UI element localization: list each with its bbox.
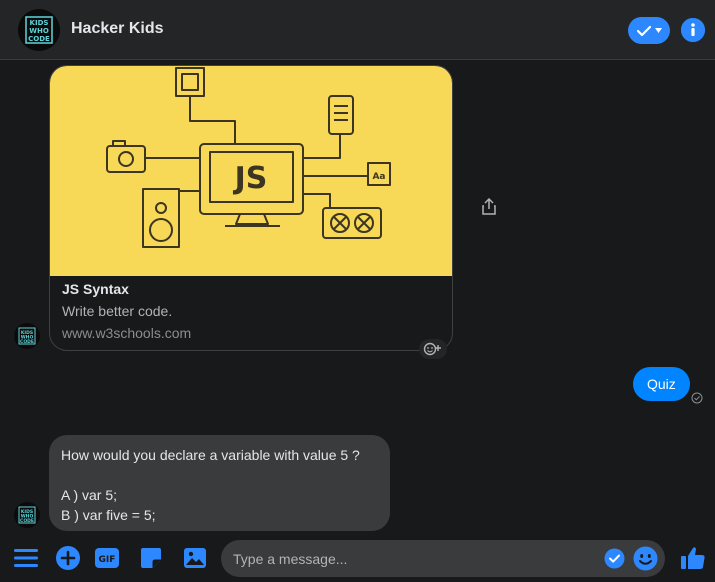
like-button[interactable] <box>679 544 707 572</box>
thumbs-up-icon <box>681 547 705 569</box>
message-input[interactable] <box>233 540 603 577</box>
message-line <box>61 465 378 485</box>
info-button[interactable] <box>681 18 705 42</box>
emoji-icon[interactable] <box>633 546 658 571</box>
menu-button[interactable] <box>12 544 40 572</box>
sticker-icon <box>141 548 161 568</box>
link-preview-card[interactable]: JS Aa JS Syntax Write better code. www.w… <box>49 65 453 351</box>
svg-text:CODE: CODE <box>20 518 34 524</box>
more-actions-button[interactable] <box>54 544 82 572</box>
chevron-down-icon <box>654 28 662 33</box>
link-preview-image[interactable]: JS Aa <box>50 66 452 276</box>
link-subtitle: Write better code. <box>62 303 173 319</box>
info-icon <box>681 18 705 42</box>
contact-avatar[interactable]: KIDS WHO CODE <box>18 9 60 51</box>
message-line: A ) var 5; <box>61 487 118 503</box>
incoming-message[interactable]: How would you declare a variable with va… <box>49 435 390 531</box>
plus-circle-icon <box>56 546 80 570</box>
menu-icon <box>14 549 38 567</box>
emoji-plus-icon <box>423 342 441 356</box>
chat-header: KIDS WHO CODE Hacker Kids <box>0 0 715 60</box>
gif-button[interactable]: GIF <box>93 544 121 572</box>
message-input-wrapper <box>221 540 665 577</box>
link-title: JS Syntax <box>62 281 129 297</box>
svg-text:WHO: WHO <box>29 27 49 35</box>
add-reaction-button[interactable] <box>419 339 447 359</box>
photo-button[interactable] <box>181 544 209 572</box>
link-url: www.w3schools.com <box>62 325 192 341</box>
sender-avatar[interactable]: KIDS WHO CODE <box>14 323 40 349</box>
message-line: B ) var five = 5; <box>61 507 156 523</box>
gif-icon: GIF <box>95 548 119 568</box>
message-line: How would you declare a variable with va… <box>61 447 360 463</box>
composer-bar: GIF <box>0 535 715 582</box>
preview-js-text: JS <box>233 161 268 196</box>
check-icon <box>636 25 651 36</box>
sender-avatar[interactable]: KIDS WHO CODE <box>14 502 40 528</box>
message-list[interactable]: JS Aa JS Syntax Write better code. www.w… <box>0 61 715 535</box>
preview-font-icon-label: Aa <box>372 172 385 182</box>
svg-text:KIDS: KIDS <box>30 19 49 27</box>
verified-check-icon[interactable] <box>604 548 625 569</box>
done-button[interactable] <box>628 17 670 44</box>
delivered-check-icon <box>691 391 703 404</box>
photo-icon <box>184 548 206 568</box>
outgoing-message[interactable]: Quiz <box>633 367 690 401</box>
svg-text:CODE: CODE <box>20 339 34 345</box>
chat-title[interactable]: Hacker Kids <box>71 20 164 38</box>
share-icon[interactable] <box>481 197 497 216</box>
svg-text:CODE: CODE <box>28 35 50 43</box>
sticker-button[interactable] <box>137 544 165 572</box>
svg-text:GIF: GIF <box>99 555 116 565</box>
